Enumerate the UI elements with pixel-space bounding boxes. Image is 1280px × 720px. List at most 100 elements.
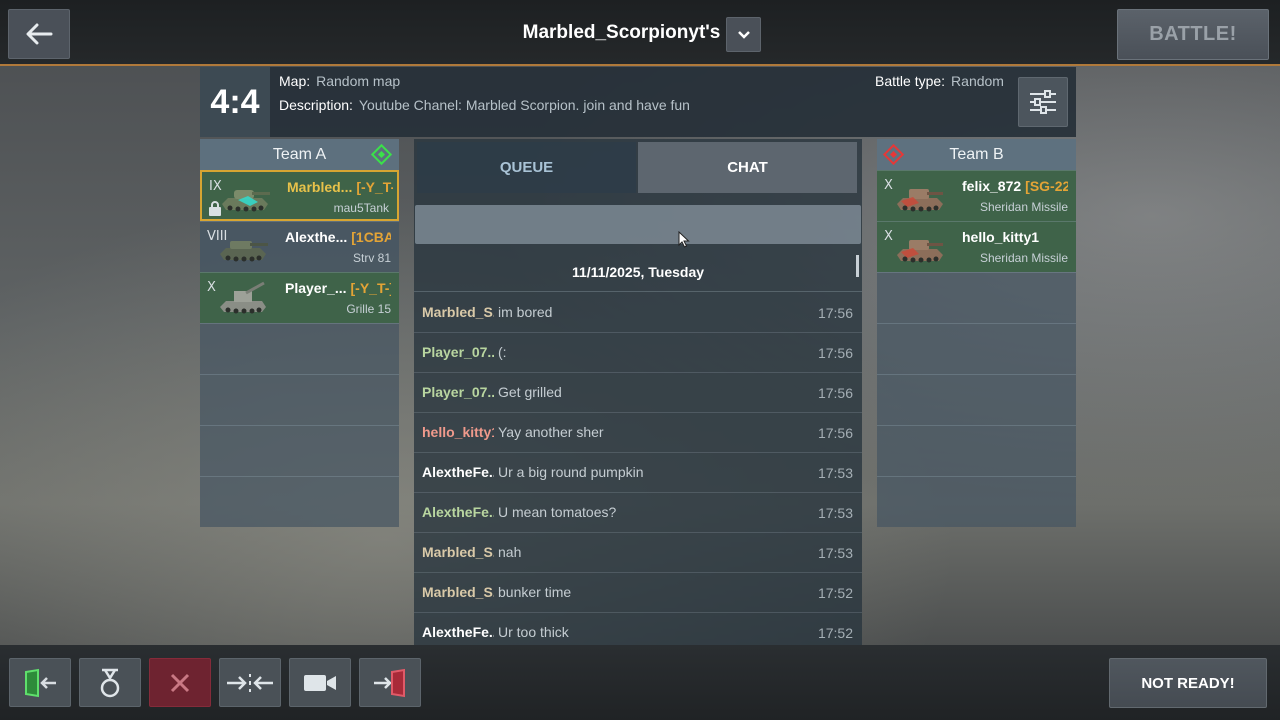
message-sender[interactable]: AlextheFe... (422, 464, 494, 480)
chat-messages: Marbled_S...im bored17:56Player_07...(:1… (414, 293, 862, 653)
player-name: felix_872[SG-22] (962, 178, 1068, 194)
message-sender[interactable]: AlextheFe... (422, 624, 494, 640)
tank-icon (897, 240, 943, 263)
player-name: Marbled...[-Y_T-] (287, 179, 393, 195)
message-text: U mean tomatoes? (498, 504, 617, 520)
top-bar: Marbled_Scorpionyt's live BATTLE! (0, 0, 1280, 66)
team-b-diamond-icon (882, 143, 905, 166)
tab-queue[interactable]: QUEUE (417, 142, 636, 193)
tank-icon (220, 241, 268, 262)
team-b-player-slot[interactable]: X felix_872[SG-22] Sheridan Missile (877, 170, 1076, 221)
chat-date-separator: 11/11/2025, Tuesday (414, 253, 862, 292)
mouse-cursor-icon (678, 231, 690, 248)
tank-name: Sheridan Missile (979, 251, 1068, 265)
player-clan: [1CBAT] (351, 229, 391, 245)
message-sender[interactable]: AlextheFe... (422, 504, 494, 520)
room-settings-button[interactable] (1018, 77, 1068, 127)
chat-message: hello_kitty1 Yay another sher 17:56 (414, 413, 862, 453)
message-time: 17:53 (817, 545, 853, 561)
tank-icon (897, 189, 943, 212)
leave-room-button[interactable] (359, 658, 421, 707)
message-time: 17:53 (817, 465, 853, 481)
team-a-panel: Team A IX Marbled...[-Y_T-] mau5Tank VII… (200, 139, 399, 527)
map-value: Random map (316, 73, 401, 89)
spectate-button[interactable] (289, 658, 351, 707)
chat-scrollbar[interactable] (856, 255, 859, 277)
chat-message-input[interactable] (415, 205, 861, 244)
panel-tabs: QUEUE CHAT (414, 139, 862, 195)
tank-tier: X (884, 229, 893, 244)
empty-slot[interactable] (200, 425, 399, 476)
tank-name: Strv 81 (352, 251, 391, 265)
player-nickname: felix_872 (962, 178, 1022, 194)
message-time: 17:56 (817, 425, 853, 441)
message-sender[interactable]: Marbled_S... (422, 584, 494, 600)
back-button[interactable] (8, 9, 70, 59)
chat-message: Marbled_S...nah 17:53 (414, 533, 862, 573)
message-time: 17:56 (817, 345, 853, 361)
team-a-title: Team A (272, 145, 327, 163)
message-sender[interactable]: Marbled_S... (422, 544, 494, 560)
tank-name: mau5Tank (333, 201, 389, 215)
room-dropdown-button[interactable] (726, 17, 761, 52)
message-time: 17:56 (817, 385, 853, 401)
player-clan: [SG-22] (1025, 178, 1068, 194)
team-a-header: Team A (200, 139, 399, 170)
chevron-down-icon (737, 30, 750, 39)
tab-chat[interactable]: CHAT (638, 142, 857, 193)
chat-message: AlextheFe... Ur a big round pumpkin 17:53 (414, 453, 862, 493)
message-sender[interactable]: hello_kitty1 (422, 424, 494, 440)
platoon-icon (209, 201, 221, 216)
team-b-title: Team B (949, 145, 1004, 163)
not-ready-button[interactable]: NOT READY! (1109, 658, 1267, 708)
empty-slot[interactable] (877, 374, 1076, 425)
swap-teams-button[interactable] (219, 658, 281, 707)
medal-icon (100, 668, 120, 697)
message-text: (: (498, 344, 507, 360)
arrow-left-icon (26, 23, 53, 45)
message-text: bunker time (498, 584, 572, 600)
enter-door-icon (25, 668, 56, 697)
message-time: 17:52 (817, 585, 853, 601)
message-sender[interactable]: Player_07... (422, 344, 494, 360)
medal-button[interactable] (79, 658, 141, 707)
chat-message: Player_07... (: 17:56 (414, 333, 862, 373)
empty-slot[interactable] (877, 272, 1076, 323)
chat-message: Marbled_S...bunker time 17:52 (414, 573, 862, 613)
empty-slot[interactable] (877, 476, 1076, 527)
camera-icon (304, 674, 336, 691)
team-a-player-slot[interactable]: IX Marbled...[-Y_T-] mau5Tank (200, 170, 399, 221)
empty-slot[interactable] (200, 374, 399, 425)
message-time: 17:52 (817, 625, 853, 641)
empty-slot[interactable] (877, 323, 1076, 374)
message-time: 17:56 (817, 305, 853, 321)
player-name: Player_... [-Y_T-] (285, 280, 391, 296)
disband-room-button[interactable] (149, 658, 211, 707)
team-a-player-slot[interactable]: VIII Alexthe...[1CBAT] Strv 81 (200, 221, 399, 272)
battle-type-value: Random (951, 73, 1004, 89)
team-b-player-slot[interactable]: X hello_kitty1 Sheridan Missile (877, 221, 1076, 272)
player-clan: [-Y_T-] (350, 280, 392, 296)
message-sender[interactable]: Player_07... (422, 384, 494, 400)
description-value: Youtube Chanel: Marbled Scorpion. join a… (358, 97, 690, 113)
join-team-button[interactable] (9, 658, 71, 707)
empty-slot[interactable] (200, 323, 399, 374)
chat-message: AlextheFe... U mean tomatoes? 17:53 (414, 493, 862, 533)
empty-slot[interactable] (877, 425, 1076, 476)
battle-button[interactable]: BATTLE! (1117, 9, 1269, 60)
empty-slot[interactable] (200, 476, 399, 527)
team-b-panel: Team B X felix_872[SG-22] Sheridan Missi… (877, 139, 1076, 527)
message-text: im bored (498, 304, 553, 320)
player-nickname: Alexthe... (285, 229, 348, 245)
player-nickname: Marbled... (287, 179, 353, 195)
tank-name: Grille 15 (346, 302, 391, 316)
player-nickname: hello_kitty1 (962, 229, 1040, 245)
close-icon (170, 673, 190, 692)
team-a-player-slot[interactable]: X Player_... [-Y_T-] Grille 15 (200, 272, 399, 323)
message-text: Ur a big round pumpkin (498, 464, 644, 480)
description-label: Description: (279, 97, 353, 113)
message-sender[interactable]: Marbled_S... (422, 304, 494, 320)
message-text: Yay another sher (498, 424, 604, 440)
tank-name: Sheridan Missile (979, 200, 1068, 214)
message-time: 17:53 (817, 505, 853, 521)
